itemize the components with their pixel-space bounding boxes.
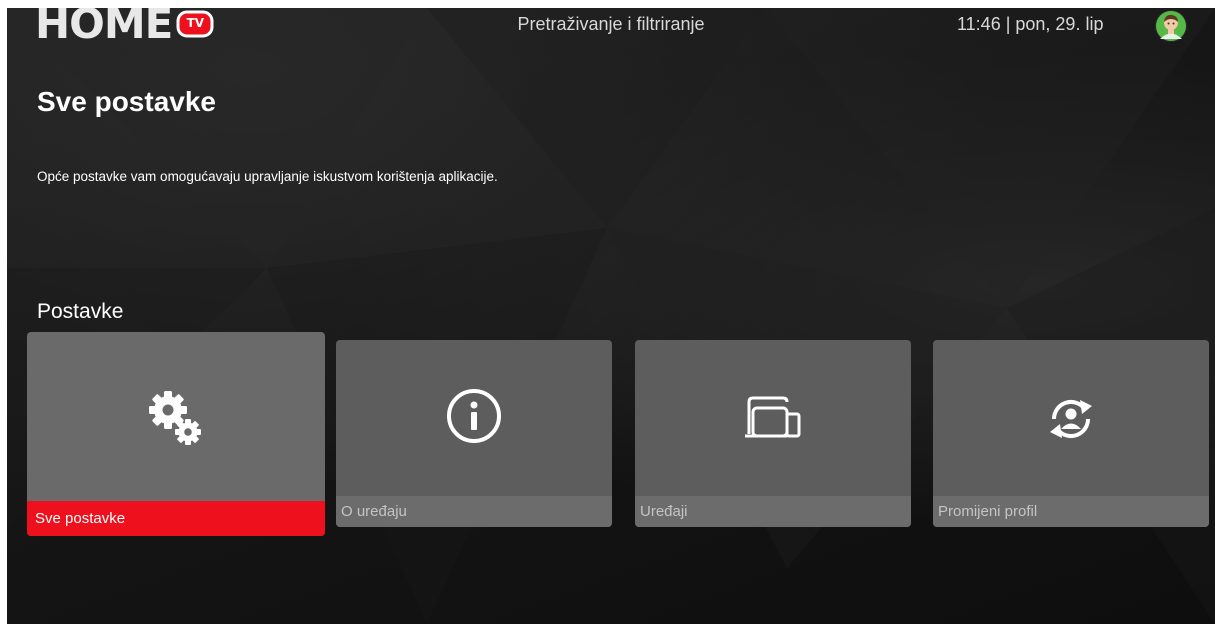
clock: 11:46 | pon, 29. lip xyxy=(957,14,1104,34)
header-title[interactable]: Pretraživanje i filtriranje xyxy=(517,14,704,34)
devices-icon xyxy=(741,394,805,440)
tile-label: Sve postavke xyxy=(27,501,325,536)
app-screen: HOME TV Pretraživanje i filtriranje 11:4… xyxy=(7,8,1215,624)
tile-about-device[interactable]: O uređaju xyxy=(336,340,612,527)
section-title: Postavke xyxy=(37,300,124,323)
tile-devices[interactable]: Uređaji xyxy=(635,340,911,527)
page-title: Sve postavke xyxy=(37,86,216,117)
tile-switch-profile[interactable]: Promijeni profil xyxy=(933,340,1209,527)
info-icon xyxy=(445,387,503,445)
gears-icon xyxy=(148,388,204,448)
tile-all-settings[interactable]: Sve postavke xyxy=(27,332,325,536)
tile-label: Promijeni profil xyxy=(933,496,1209,527)
tile-label: Uređaji xyxy=(635,496,911,527)
logo-badge-text: TV xyxy=(186,16,205,30)
home-tv-logo: HOME TV xyxy=(35,8,216,46)
tile-label: O uređaju xyxy=(336,496,612,527)
avatar-icon xyxy=(1156,11,1186,41)
switch-profile-icon xyxy=(1044,392,1098,446)
profile-avatar[interactable] xyxy=(1155,10,1187,42)
page-description: Opće postavke vam omogućavaju upravljanj… xyxy=(37,169,498,184)
logo-text: HOME xyxy=(35,8,173,48)
tv-badge-icon: TV xyxy=(176,8,216,40)
